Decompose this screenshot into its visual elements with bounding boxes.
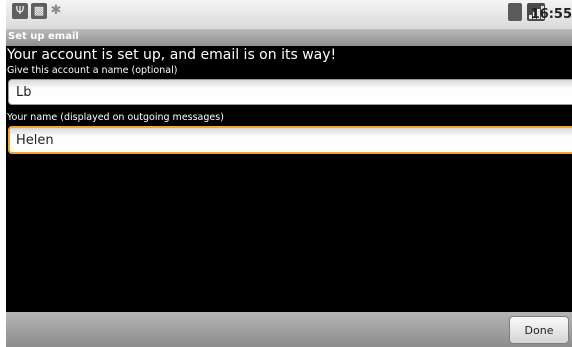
done-button[interactable]: Done bbox=[509, 316, 569, 344]
status-bar: Ψ ▩ ✱ 16:55 bbox=[6, 0, 572, 30]
device-screen: Ψ ▩ ✱ 16:55 Set up email Your account is… bbox=[6, 0, 572, 347]
android-debug-icon: ▩ bbox=[31, 3, 47, 19]
usb-icon: Ψ bbox=[12, 3, 28, 19]
setup-content: Your account is set up, and email is on … bbox=[6, 46, 572, 312]
your-name-label: Your name (displayed on outgoing message… bbox=[7, 112, 224, 123]
bottom-button-bar: Done bbox=[6, 312, 572, 347]
bluetooth-icon: ✱ bbox=[50, 3, 62, 18]
account-name-label: Give this account a name (optional) bbox=[7, 65, 178, 76]
setup-headline: Your account is set up, and email is on … bbox=[7, 47, 337, 63]
your-name-field[interactable] bbox=[8, 126, 572, 154]
title-bar: Set up email bbox=[6, 30, 572, 46]
battery-icon bbox=[508, 3, 522, 21]
page-title: Set up email bbox=[8, 31, 79, 42]
status-clock: 16:55 bbox=[530, 7, 572, 22]
account-name-field[interactable] bbox=[8, 79, 572, 105]
